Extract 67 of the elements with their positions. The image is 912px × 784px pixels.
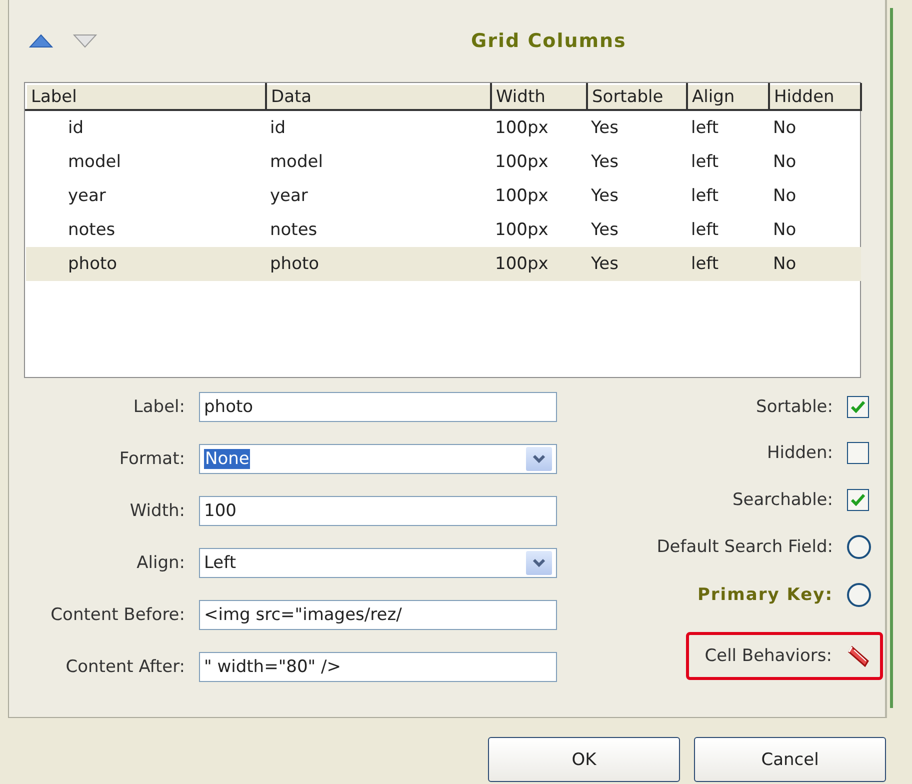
dropdown[interactable]: Left bbox=[199, 548, 557, 578]
table-cell: 100px bbox=[491, 213, 587, 247]
table-cell: left bbox=[687, 110, 769, 145]
table-cell: Yes bbox=[587, 247, 687, 281]
table-cell: 100px bbox=[491, 247, 587, 281]
radio-button[interactable] bbox=[847, 535, 871, 560]
table-cell: Yes bbox=[587, 213, 687, 247]
column-header[interactable]: Sortable bbox=[587, 84, 687, 110]
checkbox[interactable] bbox=[847, 488, 869, 511]
checkbox[interactable] bbox=[847, 442, 869, 464]
table-cell-text: model bbox=[67, 151, 122, 174]
checkmark-icon bbox=[851, 401, 865, 414]
text-field[interactable]: photo bbox=[199, 392, 557, 422]
field-label: Align: bbox=[136, 553, 185, 573]
table-cell: photo bbox=[266, 247, 491, 281]
table-cell-text: 100px bbox=[494, 185, 550, 208]
table-cell: No bbox=[769, 247, 861, 281]
move-up-icon[interactable] bbox=[29, 34, 53, 48]
table-cell: notes bbox=[26, 213, 266, 247]
option-label: Hidden: bbox=[766, 443, 833, 464]
field-label: Width: bbox=[128, 501, 185, 521]
table-cell: left bbox=[687, 247, 769, 281]
table-cell-text: No bbox=[772, 151, 798, 174]
option-label: Cell Behaviors: bbox=[704, 646, 832, 666]
text-field[interactable]: " width="80" /> bbox=[199, 652, 557, 682]
table-cell-text: left bbox=[690, 151, 720, 174]
text-field[interactable]: <img src="images/rez/ bbox=[199, 600, 557, 630]
dialog-title: Grid Columns bbox=[471, 30, 626, 52]
option-label: Searchable: bbox=[731, 490, 833, 510]
text-field[interactable]: 100 bbox=[199, 496, 557, 526]
table-cell-text: year bbox=[67, 185, 107, 208]
table-cell: No bbox=[769, 213, 861, 247]
table-cell: left bbox=[687, 213, 769, 247]
chevron-down-icon[interactable] bbox=[526, 551, 552, 575]
column-header[interactable]: Label bbox=[26, 84, 266, 110]
field-label: Content After: bbox=[64, 657, 185, 677]
table-cell: photo bbox=[26, 247, 266, 281]
table-cell-text: No bbox=[772, 185, 798, 208]
column-header[interactable]: Align bbox=[687, 84, 769, 110]
option-label: Primary Key: bbox=[696, 585, 833, 606]
chevron-down-icon[interactable] bbox=[526, 447, 552, 471]
column-header[interactable]: Hidden bbox=[769, 84, 861, 110]
column-header[interactable]: Data bbox=[266, 84, 491, 110]
field-label: Label: bbox=[132, 397, 185, 417]
radio-button[interactable] bbox=[847, 583, 871, 608]
table-cell-text: year bbox=[269, 185, 309, 208]
field-label: Format: bbox=[118, 449, 185, 469]
table-cell-text: 100px bbox=[494, 151, 550, 174]
table-cell-text: left bbox=[690, 185, 720, 208]
table-cell: Yes bbox=[587, 110, 687, 145]
table-cell-text: model bbox=[269, 151, 324, 174]
column-header[interactable]: Width bbox=[491, 84, 587, 110]
option-label: Default Search Field: bbox=[656, 537, 833, 558]
checkbox[interactable] bbox=[847, 396, 869, 418]
dropdown[interactable]: None bbox=[199, 444, 557, 474]
dialog-button[interactable]: Cancel bbox=[694, 737, 886, 782]
table-cell-text: Yes bbox=[590, 151, 620, 174]
dialog-button[interactable]: OK bbox=[488, 737, 680, 782]
table-cell-text: Yes bbox=[590, 185, 620, 208]
table-cell: 100px bbox=[491, 110, 587, 145]
option-label: Sortable: bbox=[755, 397, 833, 418]
checkmark-icon bbox=[851, 494, 865, 506]
table-cell: notes bbox=[266, 213, 491, 247]
table-cell: id bbox=[26, 110, 266, 145]
field-label: Content Before: bbox=[50, 605, 185, 625]
table-cell: id bbox=[266, 110, 491, 145]
table-cell: No bbox=[769, 110, 861, 145]
